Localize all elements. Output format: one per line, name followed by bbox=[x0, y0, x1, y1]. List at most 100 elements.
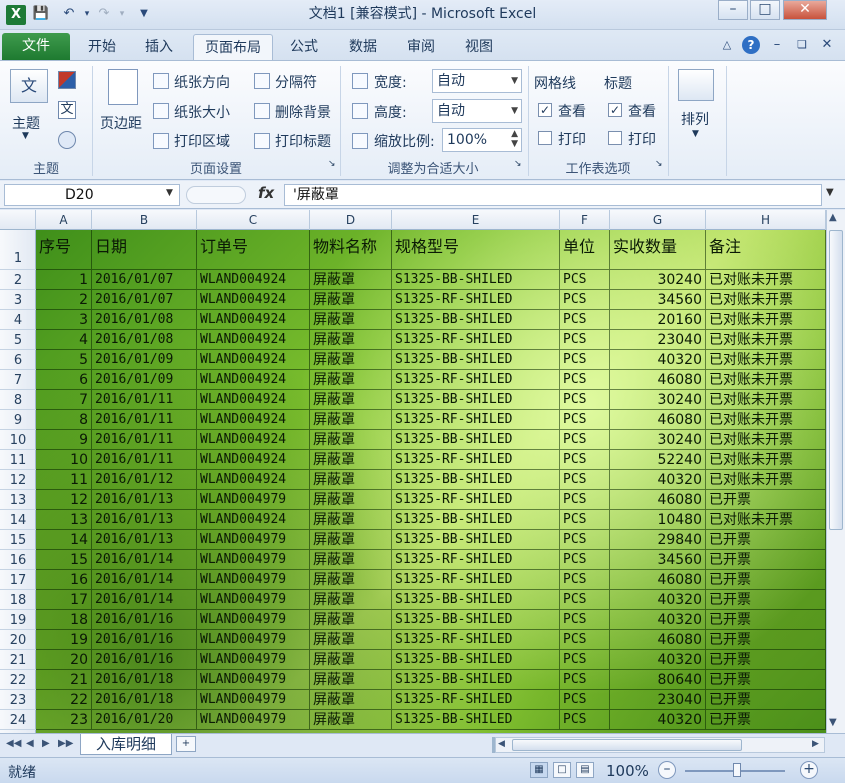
table-cell[interactable]: WLAND004979 bbox=[197, 630, 310, 650]
table-cell[interactable]: 屏蔽罩 bbox=[310, 390, 392, 410]
select-all-corner[interactable] bbox=[0, 210, 36, 230]
tab-page-layout[interactable]: 页面布局 bbox=[193, 34, 273, 60]
column-header[interactable]: B bbox=[92, 210, 197, 230]
table-cell[interactable]: WLAND004979 bbox=[197, 670, 310, 690]
row-header[interactable]: 5 bbox=[0, 330, 36, 350]
table-cell[interactable]: PCS bbox=[560, 570, 610, 590]
table-cell[interactable]: 5 bbox=[36, 350, 92, 370]
table-cell[interactable]: 已开票 bbox=[706, 690, 826, 710]
delete-background-button[interactable]: 删除背景 bbox=[275, 102, 331, 122]
table-cell[interactable]: 40320 bbox=[610, 590, 706, 610]
table-cell[interactable]: 2016/01/20 bbox=[92, 710, 197, 730]
row-header[interactable]: 18 bbox=[0, 590, 36, 610]
scale-spinner[interactable]: 100% ▲ ▼ bbox=[442, 128, 522, 152]
ribbon-minimize-icon[interactable]: △ bbox=[718, 36, 736, 54]
row-header[interactable]: 11 bbox=[0, 450, 36, 470]
table-cell[interactable]: 2016/01/16 bbox=[92, 650, 197, 670]
table-cell[interactable]: PCS bbox=[560, 550, 610, 570]
tab-insert[interactable]: 插入 bbox=[137, 34, 181, 60]
table-cell[interactable]: WLAND004924 bbox=[197, 410, 310, 430]
table-cell[interactable]: 34560 bbox=[610, 550, 706, 570]
table-cell[interactable]: PCS bbox=[560, 390, 610, 410]
table-cell[interactable]: 18 bbox=[36, 610, 92, 630]
table-cell[interactable]: 屏蔽罩 bbox=[310, 490, 392, 510]
row-header[interactable]: 12 bbox=[0, 470, 36, 490]
row-header[interactable]: 17 bbox=[0, 570, 36, 590]
table-cell[interactable]: S1325-BB-SHILED bbox=[392, 530, 560, 550]
table-cell[interactable]: 屏蔽罩 bbox=[310, 530, 392, 550]
table-cell[interactable]: S1325-RF-SHILED bbox=[392, 570, 560, 590]
table-cell[interactable]: S1325-BB-SHILED bbox=[392, 510, 560, 530]
table-cell[interactable]: WLAND004924 bbox=[197, 510, 310, 530]
table-cell[interactable]: 已开票 bbox=[706, 570, 826, 590]
name-box-dropdown-icon[interactable]: ▼ bbox=[166, 188, 173, 198]
table-cell[interactable]: 6 bbox=[36, 370, 92, 390]
zoom-in-icon[interactable]: + bbox=[800, 761, 818, 779]
prev-sheet-icon[interactable]: ◀ bbox=[26, 738, 34, 749]
table-cell[interactable]: 20160 bbox=[610, 310, 706, 330]
table-cell[interactable]: WLAND004924 bbox=[197, 330, 310, 350]
tab-formulas[interactable]: 公式 bbox=[282, 34, 326, 60]
table-cell[interactable]: 已开票 bbox=[706, 530, 826, 550]
close-button[interactable]: ✕ bbox=[783, 0, 827, 20]
table-cell[interactable]: 已开票 bbox=[706, 670, 826, 690]
table-cell[interactable]: 30240 bbox=[610, 270, 706, 290]
tab-file[interactable]: 文件 bbox=[2, 33, 70, 60]
table-cell[interactable]: 屏蔽罩 bbox=[310, 630, 392, 650]
table-cell[interactable]: 屏蔽罩 bbox=[310, 430, 392, 450]
table-cell[interactable]: 23 bbox=[36, 710, 92, 730]
table-cell[interactable]: 2016/01/18 bbox=[92, 690, 197, 710]
table-cell[interactable]: 已对账未开票 bbox=[706, 470, 826, 490]
table-cell[interactable]: 20 bbox=[36, 650, 92, 670]
table-cell[interactable]: WLAND004924 bbox=[197, 430, 310, 450]
table-cell[interactable]: 16 bbox=[36, 570, 92, 590]
table-cell[interactable]: 22 bbox=[36, 690, 92, 710]
width-dropdown[interactable]: 自动 ▼ bbox=[432, 69, 522, 93]
dialog-launcher-icon[interactable]: ↘ bbox=[514, 159, 522, 169]
table-cell[interactable]: 2016/01/11 bbox=[92, 450, 197, 470]
table-cell[interactable]: 1 bbox=[36, 270, 92, 290]
table-cell[interactable]: 已开票 bbox=[706, 710, 826, 730]
doc-close-icon[interactable]: ✕ bbox=[818, 36, 836, 54]
table-cell[interactable]: 15 bbox=[36, 550, 92, 570]
table-cell[interactable]: S1325-BB-SHILED bbox=[392, 590, 560, 610]
table-cell[interactable]: PCS bbox=[560, 530, 610, 550]
zoom-out-icon[interactable]: – bbox=[658, 761, 676, 779]
row-header[interactable]: 16 bbox=[0, 550, 36, 570]
table-cell[interactable]: 已对账未开票 bbox=[706, 510, 826, 530]
table-cell[interactable]: S1325-RF-SHILED bbox=[392, 450, 560, 470]
table-cell[interactable]: 2016/01/11 bbox=[92, 430, 197, 450]
table-cell[interactable]: 已对账未开票 bbox=[706, 370, 826, 390]
table-cell[interactable]: PCS bbox=[560, 470, 610, 490]
scroll-up-icon[interactable]: ▲ bbox=[829, 212, 837, 223]
table-cell[interactable]: 2016/01/12 bbox=[92, 470, 197, 490]
table-cell[interactable]: 10 bbox=[36, 450, 92, 470]
column-header[interactable]: A bbox=[36, 210, 92, 230]
table-cell[interactable]: PCS bbox=[560, 610, 610, 630]
table-cell[interactable]: 13 bbox=[36, 510, 92, 530]
scroll-right-icon[interactable]: ▶ bbox=[812, 739, 819, 749]
table-cell[interactable]: 2016/01/11 bbox=[92, 410, 197, 430]
table-cell[interactable]: WLAND004979 bbox=[197, 710, 310, 730]
size-button[interactable]: 纸张大小 bbox=[174, 102, 230, 122]
column-title-cell[interactable]: 备注 bbox=[706, 230, 826, 270]
table-cell[interactable]: S1325-BB-SHILED bbox=[392, 650, 560, 670]
table-cell[interactable]: 40320 bbox=[610, 350, 706, 370]
table-cell[interactable]: WLAND004924 bbox=[197, 370, 310, 390]
table-cell[interactable]: S1325-BB-SHILED bbox=[392, 470, 560, 490]
zoom-slider-thumb[interactable] bbox=[733, 763, 741, 777]
table-cell[interactable]: S1325-BB-SHILED bbox=[392, 670, 560, 690]
table-cell[interactable]: 屏蔽罩 bbox=[310, 290, 392, 310]
column-title-cell[interactable]: 订单号 bbox=[197, 230, 310, 270]
table-cell[interactable]: 2016/01/16 bbox=[92, 630, 197, 650]
table-cell[interactable]: 屏蔽罩 bbox=[310, 410, 392, 430]
table-cell[interactable]: S1325-BB-SHILED bbox=[392, 350, 560, 370]
table-cell[interactable]: WLAND004924 bbox=[197, 390, 310, 410]
row-header[interactable]: 9 bbox=[0, 410, 36, 430]
table-cell[interactable]: 2016/01/14 bbox=[92, 550, 197, 570]
table-cell[interactable]: 7 bbox=[36, 390, 92, 410]
table-cell[interactable]: 2016/01/14 bbox=[92, 590, 197, 610]
table-cell[interactable]: 已对账未开票 bbox=[706, 290, 826, 310]
table-cell[interactable]: WLAND004979 bbox=[197, 610, 310, 630]
insert-sheet-icon[interactable]: + bbox=[176, 736, 196, 752]
